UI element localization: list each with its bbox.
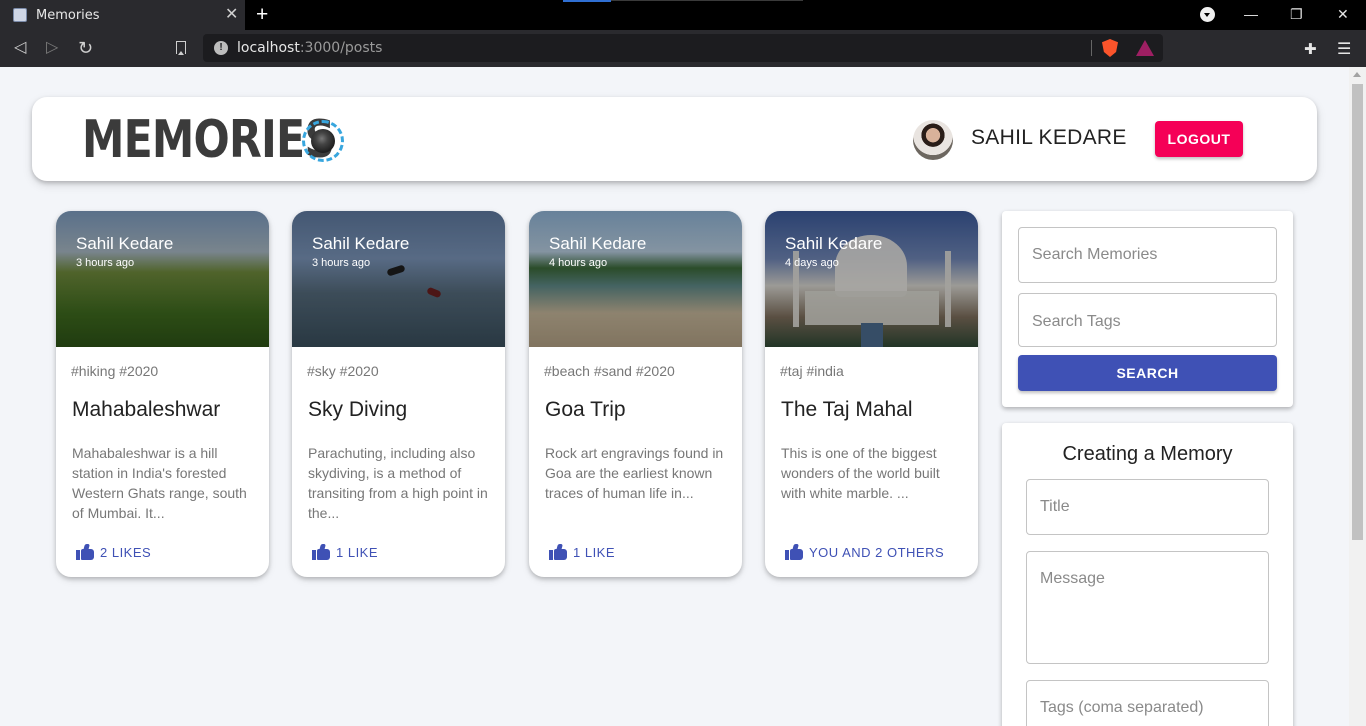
search-button[interactable]: SEARCH [1018, 355, 1277, 391]
scroll-up-arrow-icon[interactable] [1353, 72, 1361, 77]
page-scrollbar[interactable] [1349, 67, 1366, 726]
post-card[interactable]: Sahil Kedare 3 hours ago #hiking #2020 M… [56, 211, 269, 577]
post-time: 3 hours ago [312, 257, 371, 269]
tab-search-icon[interactable] [1200, 7, 1215, 22]
post-title: The Taj Mahal [781, 398, 913, 421]
create-memory-form: Creating a Memory Title Message Tags (co… [1002, 423, 1293, 726]
like-count: YOU AND 2 OTHERS [809, 544, 945, 560]
forward-icon[interactable]: ▷ [46, 39, 58, 57]
post-author: Sahil Kedare [312, 234, 410, 253]
like-button[interactable]: 2 LIKES [76, 544, 151, 560]
post-author: Sahil Kedare [76, 234, 174, 253]
like-button[interactable]: YOU AND 2 OTHERS [785, 544, 944, 560]
url-path: :3000/posts [299, 40, 383, 56]
like-button[interactable]: 1 LIKE [312, 544, 378, 560]
post-message: Rock art engravings found in Goa are the… [545, 445, 724, 501]
favicon-icon [13, 8, 27, 22]
url-divider [1091, 40, 1092, 56]
post-image [56, 211, 269, 347]
app-logo-text[interactable]: MEMORIES [82, 113, 335, 167]
browser-menu-icon[interactable]: ☰ [1337, 39, 1351, 59]
url-text[interactable]: localhost:3000/posts [237, 40, 382, 56]
app-header: MEMORIES SAHIL KEDARE LOGOUT [32, 97, 1317, 181]
search-tags-input[interactable]: Search Tags [1018, 293, 1277, 347]
tags-field[interactable]: Tags (coma separated) [1026, 680, 1269, 726]
thumb-up-icon [312, 544, 330, 560]
post-tags: #hiking #2020 [71, 363, 159, 379]
thumb-up-icon [785, 544, 803, 560]
scrollbar-thumb[interactable] [1352, 84, 1363, 540]
search-panel: Search Memories Search Tags SEARCH [1002, 211, 1293, 407]
post-author: Sahil Kedare [549, 234, 647, 253]
post-title: Mahabaleshwar [72, 398, 221, 421]
camera-lens-icon [302, 120, 344, 162]
site-info-icon[interactable]: ! [214, 41, 228, 55]
post-author: Sahil Kedare [785, 234, 883, 253]
extensions-icon[interactable]: ✚ [1304, 40, 1317, 58]
post-image [529, 211, 742, 347]
search-memories-input[interactable]: Search Memories [1018, 227, 1277, 283]
like-button[interactable]: 1 LIKE [549, 544, 615, 560]
message-field[interactable]: Message [1026, 551, 1269, 664]
post-tags: #beach #sand #2020 [544, 363, 675, 379]
restore-icon[interactable]: ❐ [1290, 6, 1303, 23]
post-message: Parachuting, including also skydiving, i… [308, 445, 488, 521]
brave-shields-icon[interactable] [1102, 39, 1118, 57]
like-count: 1 LIKE [573, 544, 616, 560]
user-name: SAHIL KEDARE [971, 126, 1127, 149]
post-image [292, 211, 505, 347]
post-title: Sky Diving [308, 398, 408, 421]
post-time: 3 hours ago [76, 257, 135, 269]
thumb-up-icon [549, 544, 567, 560]
like-count: 1 LIKE [336, 544, 379, 560]
post-title: Goa Trip [545, 398, 626, 421]
post-message: Mahabaleshwar is a hill station in India… [72, 445, 247, 521]
title-field[interactable]: Title [1026, 479, 1269, 535]
like-count: 2 LIKES [100, 544, 152, 560]
post-card[interactable]: Sahil Kedare 3 hours ago #sky #2020 Sky … [292, 211, 505, 577]
url-host: localhost [237, 40, 300, 56]
bookmark-icon[interactable] [176, 41, 186, 55]
tab-strip-indicator [563, 0, 611, 2]
logout-button[interactable]: LOGOUT [1155, 121, 1243, 157]
post-card[interactable]: Sahil Kedare 4 hours ago #beach #sand #2… [529, 211, 742, 577]
post-image [765, 211, 978, 347]
post-time: 4 days ago [785, 257, 839, 269]
post-message: This is one of the biggest wonders of th… [781, 445, 940, 501]
browser-toolbar: ◁ ▷ ↻ ! localhost:3000/posts ✚ ☰ [0, 30, 1366, 67]
brave-rewards-icon[interactable] [1136, 40, 1154, 56]
browser-tab-bar: Memories ✕ + — ❐ ✕ [0, 0, 1366, 30]
post-card[interactable]: Sahil Kedare 4 days ago #taj #india The … [765, 211, 978, 577]
browser-tab[interactable]: Memories ✕ [0, 0, 245, 30]
minimize-icon[interactable]: — [1244, 6, 1258, 22]
reload-icon[interactable]: ↻ [78, 39, 93, 57]
new-tab-icon[interactable]: + [256, 4, 268, 25]
form-title: Creating a Memory [1062, 443, 1233, 465]
post-time: 4 hours ago [549, 257, 608, 269]
tab-strip-line [611, 0, 803, 1]
post-tags: #sky #2020 [307, 363, 379, 379]
tab-title: Memories [36, 7, 100, 23]
post-tags: #taj #india [780, 363, 844, 379]
tab-close-icon[interactable]: ✕ [225, 7, 238, 23]
thumb-up-icon [76, 544, 94, 560]
avatar [913, 120, 953, 160]
address-bar[interactable]: ! localhost:3000/posts [203, 34, 1163, 62]
window-close-icon[interactable]: ✕ [1337, 6, 1349, 23]
back-icon[interactable]: ◁ [14, 39, 26, 57]
